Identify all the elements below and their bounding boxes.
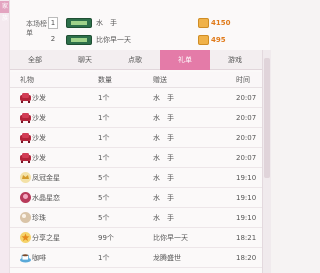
gift-sender: 比你早一天 xyxy=(153,234,188,242)
header-from: 赠送 xyxy=(153,76,167,84)
table-row[interactable]: 凤冠金星 5个 水 手 19:10 xyxy=(10,168,271,188)
gift-sender: 龙腾盛世 xyxy=(153,254,181,262)
gift-sender: 水 手 xyxy=(153,134,174,142)
gift-sender: 水 手 xyxy=(153,174,174,182)
left-strip xyxy=(0,0,9,273)
pearl-icon xyxy=(20,212,31,223)
coin-amount: 4150 xyxy=(198,17,248,29)
sofa-icon xyxy=(20,133,31,143)
scrollbar[interactable] xyxy=(262,50,271,273)
table-row[interactable]: 咖啡 1个 龙腾盛世 18:20 xyxy=(10,248,271,268)
table-row[interactable]: 水晶星恋 5个 水 手 19:10 xyxy=(10,188,271,208)
crystal-icon xyxy=(20,192,31,203)
tab-gifts[interactable]: 礼单 xyxy=(160,50,210,70)
gift-sender: 水 手 xyxy=(153,94,174,102)
gift-time: 19:10 xyxy=(236,214,257,222)
gift-name: 沙发 xyxy=(32,154,46,162)
coin-value: 495 xyxy=(211,36,226,44)
gift-time: 18:21 xyxy=(236,234,257,242)
gift-qty: 1个 xyxy=(98,94,110,102)
table-row[interactable]: 沙发 1个 水 手 20:07 xyxy=(10,88,271,108)
coin-value: 4150 xyxy=(211,19,231,27)
gift-time: 18:20 xyxy=(236,254,257,262)
table-row[interactable]: 沙发 1个 水 手 20:07 xyxy=(10,128,271,148)
gift-name: 水晶星恋 xyxy=(32,194,60,202)
tab-song[interactable]: 点歌 xyxy=(110,50,160,70)
coin-icon xyxy=(198,35,209,45)
gift-qty: 5个 xyxy=(98,194,110,202)
level-badge-icon xyxy=(66,35,92,45)
tab-games[interactable]: 游戏 xyxy=(210,50,260,70)
gift-time: 20:07 xyxy=(236,94,257,102)
gift-name: 沙发 xyxy=(32,134,46,142)
ranking-name: 比你早一天 xyxy=(96,36,131,44)
gift-sender: 水 手 xyxy=(153,154,174,162)
gift-time: 20:07 xyxy=(236,134,257,142)
gift-name: 分享之星 xyxy=(32,234,60,242)
sofa-icon xyxy=(20,93,31,103)
gift-qty: 5个 xyxy=(98,174,110,182)
header-qty: 数量 xyxy=(98,76,112,84)
gift-name: 沙发 xyxy=(32,94,46,102)
gift-qty: 5个 xyxy=(98,214,110,222)
scrollbar-thumb[interactable] xyxy=(264,58,270,178)
gift-time: 19:10 xyxy=(236,194,257,202)
gift-time: 20:07 xyxy=(236,154,257,162)
gift-panel: 本场榜单 1 水 手 4150 2 比你早一天 495 全部 聊天 点歌 礼单 … xyxy=(9,0,271,273)
gift-time: 19:10 xyxy=(236,174,257,182)
table-header: 礼物 数量 赠送 时间 xyxy=(10,72,271,88)
gift-time: 20:07 xyxy=(236,114,257,122)
gift-qty: 1个 xyxy=(98,114,110,122)
coffee-icon xyxy=(20,254,31,263)
share-star-icon xyxy=(20,232,31,243)
table-row[interactable]: 沙发 1个 水 手 20:07 xyxy=(10,108,271,128)
ranking-row[interactable]: 2 比你早一天 495 xyxy=(10,34,262,47)
gift-name: 咖啡 xyxy=(32,254,46,262)
coin-icon xyxy=(198,18,209,28)
gift-qty: 99个 xyxy=(98,234,114,242)
sofa-icon xyxy=(20,153,31,163)
gift-name: 凤冠金星 xyxy=(32,174,60,182)
tab-bar: 全部 聊天 点歌 礼单 游戏 xyxy=(10,50,271,70)
header-gift: 礼物 xyxy=(20,76,34,84)
rank-number: 1 xyxy=(48,17,58,29)
gift-list: 沙发 1个 水 手 20:07 沙发 1个 水 手 20:07 沙发 1个 水 … xyxy=(10,88,271,268)
sofa-icon xyxy=(20,113,31,123)
gift-name: 沙发 xyxy=(32,114,46,122)
level-badge-icon xyxy=(66,18,92,28)
table-row[interactable]: 珍珠 5个 水 手 19:10 xyxy=(10,208,271,228)
ranking-board: 本场榜单 1 水 手 4150 2 比你早一天 495 xyxy=(10,0,262,50)
gift-qty: 1个 xyxy=(98,134,110,142)
gift-sender: 水 手 xyxy=(153,214,174,222)
gift-sender: 水 手 xyxy=(153,194,174,202)
crown-icon xyxy=(20,172,31,183)
tab-chat[interactable]: 聊天 xyxy=(60,50,110,70)
tab-all[interactable]: 全部 xyxy=(10,50,60,70)
gift-qty: 1个 xyxy=(98,254,110,262)
table-row[interactable]: 分享之星 99个 比你早一天 18:21 xyxy=(10,228,271,248)
header-time: 时间 xyxy=(236,76,250,84)
rank-number: 2 xyxy=(50,35,56,43)
coin-amount: 495 xyxy=(198,34,248,46)
table-row[interactable]: 沙发 1个 水 手 20:07 xyxy=(10,148,271,168)
gift-sender: 水 手 xyxy=(153,114,174,122)
ranking-row[interactable]: 1 水 手 4150 xyxy=(10,17,262,30)
ranking-name: 水 手 xyxy=(96,19,117,27)
gift-name: 珍珠 xyxy=(32,214,46,222)
gift-qty: 1个 xyxy=(98,154,110,162)
